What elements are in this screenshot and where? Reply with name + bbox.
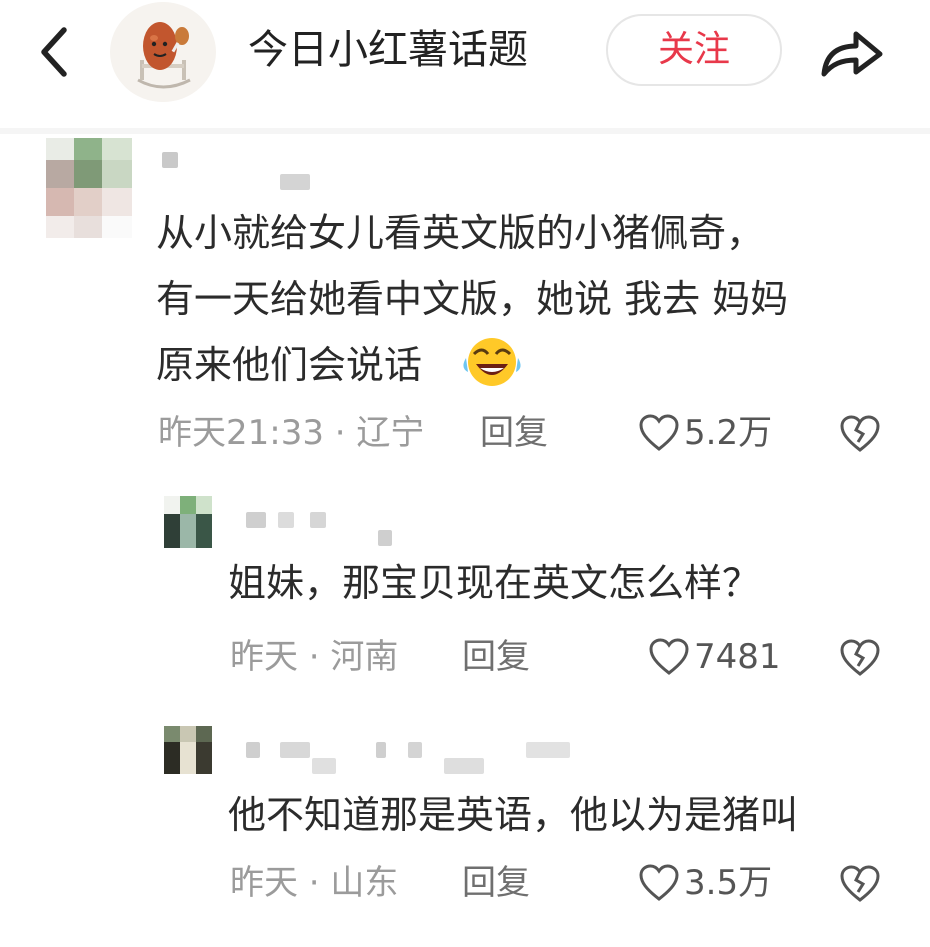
blurred-username [312, 758, 336, 774]
comment: 从小就给女儿看英文版的小猪佩奇， 有一天给她看中文版，她说 我去 妈妈 原来他们… [0, 134, 930, 464]
comment-text-line: 有一天给她看中文版，她说 我去 妈妈 [156, 277, 789, 321]
like-count: 7481 [694, 637, 781, 677]
blurred-username [408, 742, 422, 758]
reply-comment: 姐妹，那宝贝现在英文怎么样？ 昨天 · 河南 回复 7481 [0, 490, 930, 700]
reply-button[interactable]: 回复 [480, 410, 548, 456]
heart-icon [639, 864, 679, 901]
blurred-username [376, 742, 386, 758]
chevron-left-icon[interactable] [30, 22, 80, 82]
blurred-username [526, 742, 570, 758]
blurred-username [280, 742, 310, 758]
broken-heart-icon[interactable] [838, 862, 882, 906]
reply-comment: 他不知道那是英语，他以为是猪叫 昨天 · 山东 回复 3.5万 [0, 718, 930, 943]
avatar[interactable] [46, 138, 132, 238]
comment-time-location: 昨天 · 河南 [230, 637, 399, 677]
like-button[interactable]: 5.2万 [638, 410, 772, 456]
account-name[interactable]: 今日小红薯话题 [248, 22, 528, 78]
follow-button[interactable]: 关注 [606, 14, 782, 86]
broken-heart-icon[interactable] [838, 636, 882, 680]
blurred-username [310, 512, 326, 528]
reply-button[interactable]: 回复 [462, 634, 530, 680]
avatar[interactable] [164, 726, 212, 774]
avatar[interactable] [164, 496, 212, 548]
comment-time-location: 昨天 · 山东 [230, 863, 399, 903]
reply-button[interactable]: 回复 [462, 860, 530, 906]
laughing-crying-emoji [463, 338, 521, 386]
comment-text-line: 从小就给女儿看英文版的小猪佩奇， [156, 211, 765, 255]
like-count: 5.2万 [684, 413, 773, 453]
heart-icon [649, 638, 689, 675]
blurred-username [444, 758, 484, 774]
comment-time-location: 昨天21:33 · 辽宁 [158, 413, 425, 453]
like-button[interactable]: 7481 [648, 634, 781, 680]
blurred-username [162, 152, 178, 168]
blurred-username [278, 512, 294, 528]
comment-text-line: 他不知道那是英语，他以为是猪叫 [228, 793, 799, 837]
comment-text-line: 姐妹，那宝贝现在英文怎么样？ [228, 561, 761, 605]
heart-icon [639, 414, 679, 451]
blurred-username [246, 512, 266, 528]
share-arrow-icon[interactable] [816, 22, 888, 82]
blurred-username [280, 174, 310, 190]
like-button[interactable]: 3.5万 [638, 860, 772, 906]
account-avatar[interactable] [110, 2, 216, 102]
blurred-username [246, 742, 260, 758]
top-bar: 今日小红薯话题 关注 [0, 0, 930, 128]
comment-text-line: 原来他们会说话 [156, 343, 423, 387]
sweet-potato-mascot-icon [113, 2, 213, 102]
blurred-username [378, 530, 392, 546]
broken-heart-icon[interactable] [838, 412, 882, 456]
like-count: 3.5万 [684, 863, 773, 903]
